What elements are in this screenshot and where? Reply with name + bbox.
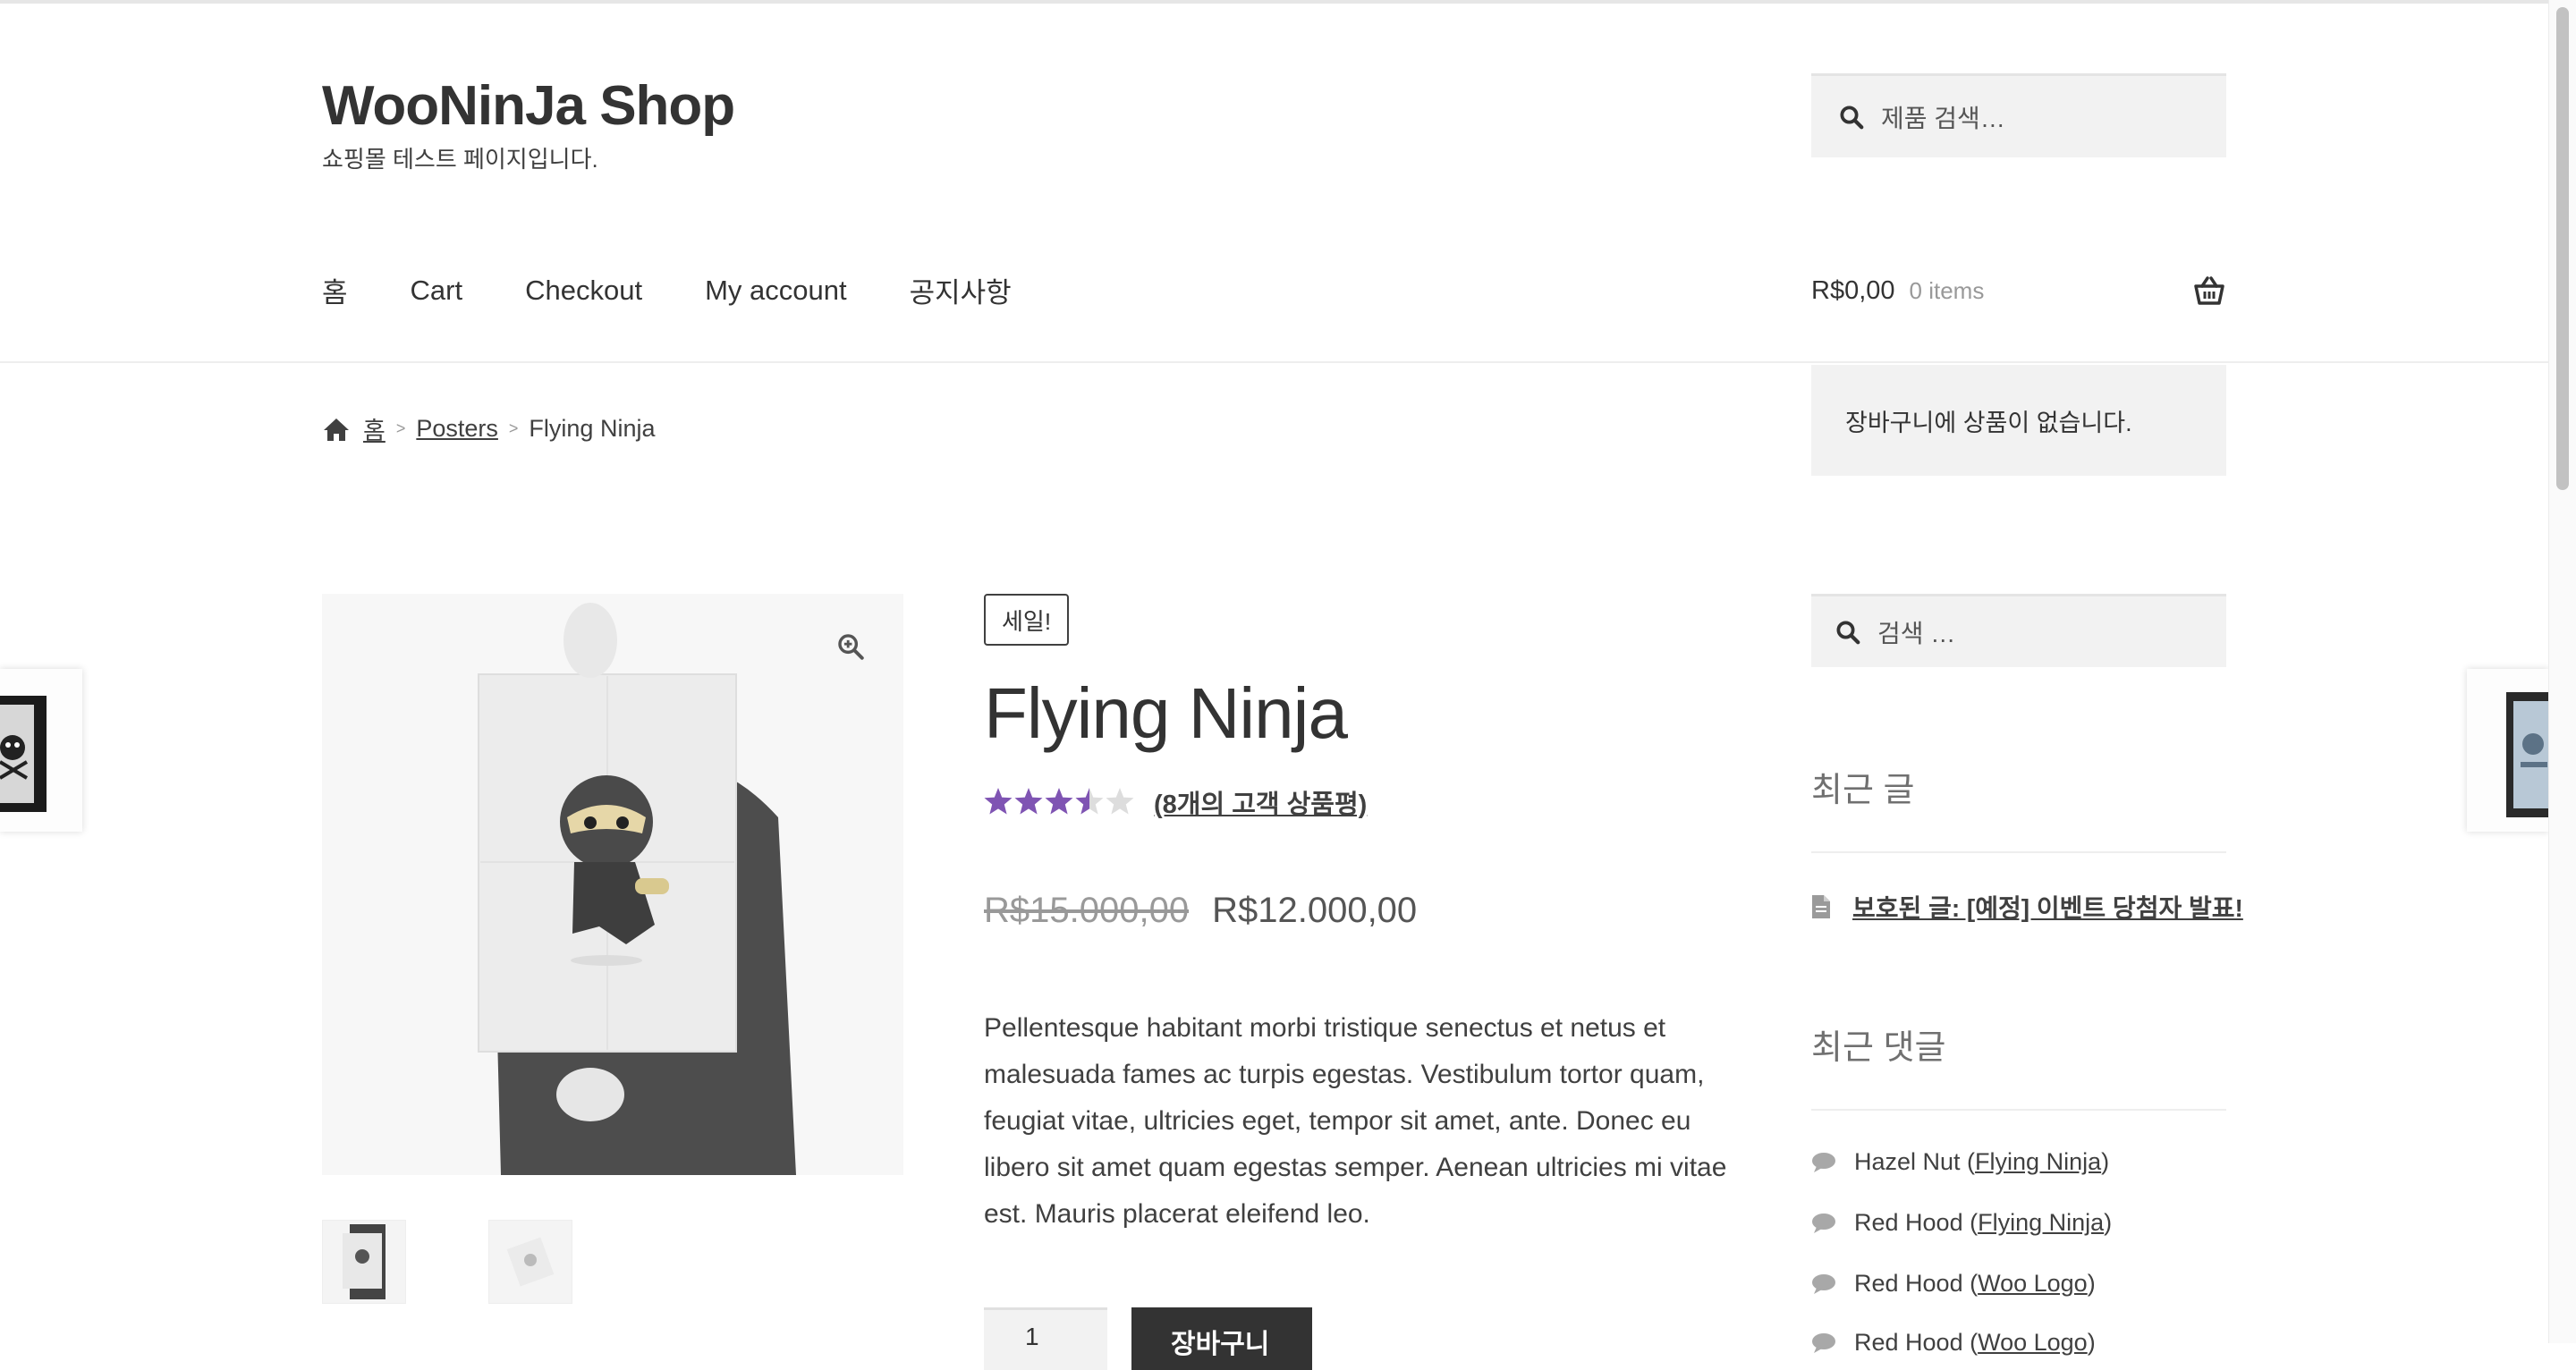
site-branding: WooNinJa Shop 쇼핑몰 테스트 페이지입니다.	[322, 73, 735, 174]
comment-post-link[interactable]: Woo Logo	[1978, 1270, 2088, 1297]
widget-divider	[1811, 1109, 2226, 1111]
top-border	[0, 0, 2576, 4]
product-gallery-main-image[interactable]	[322, 594, 903, 1175]
product-rating: (8개의 고객 상품평)	[984, 783, 1367, 821]
next-product-link[interactable]	[2467, 669, 2549, 832]
comment-author: Red Hood	[1854, 1270, 1963, 1297]
breadcrumb-current: Flying Ninja	[529, 415, 656, 442]
comment-post-link[interactable]: Flying Ninja	[1978, 1209, 2104, 1236]
product-price: R$15.000,00 R$12.000,00	[984, 891, 1417, 931]
gallery-thumbnail-image	[343, 1224, 386, 1299]
product-search-input[interactable]: 제품 검색…	[1811, 73, 2226, 157]
header-divider	[0, 361, 2549, 363]
add-to-cart-button[interactable]: 장바구니	[1131, 1307, 1312, 1370]
nav-cart[interactable]: Cart	[411, 275, 463, 307]
recent-comments-title: 최근 댓글	[1811, 1029, 1946, 1067]
recent-comment-item: Red Hood (Flying Ninja)	[1811, 1209, 2112, 1237]
comment-icon	[1812, 1273, 1835, 1294]
header-cart[interactable]: R$0,00 0 items	[1811, 275, 2226, 306]
product-image	[478, 603, 796, 1175]
sale-price: R$12.000,00	[1212, 891, 1418, 930]
breadcrumb-separator: >	[508, 419, 519, 437]
recent-comment-item: Hazel Nut (Flying Ninja)	[1811, 1148, 2109, 1176]
nav-notice[interactable]: 공지사항	[910, 270, 1012, 310]
comment-author: Red Hood	[1854, 1329, 1963, 1356]
breadcrumb-separator: >	[395, 419, 406, 437]
next-product-thumbnail	[2506, 692, 2549, 817]
recent-post-item: 보호된 글: [예정] 이벤트 당첨자 발표!	[1811, 889, 2243, 925]
sale-badge: 세일!	[984, 594, 1070, 646]
gallery-thumbnail-image	[506, 1237, 555, 1287]
recent-comment-item: Red Hood (Woo Logo)	[1811, 1270, 2096, 1298]
recent-posts-title: 최근 글	[1811, 772, 1915, 809]
previous-product-link[interactable]	[0, 669, 82, 832]
cart-item-count: 0 items	[1909, 276, 1985, 304]
nav-checkout[interactable]: Checkout	[525, 275, 642, 307]
comment-icon	[1812, 1152, 1835, 1172]
primary-navigation: 홈 Cart Checkout My account 공지사항	[322, 270, 1074, 310]
site-title[interactable]: WooNinJa Shop	[322, 73, 735, 140]
search-placeholder: 제품 검색…	[1881, 104, 2005, 132]
cart-dropdown: 장바구니에 상품이 없습니다.	[1811, 365, 2226, 476]
gallery-thumbnail[interactable]	[488, 1220, 572, 1304]
sidebar-search-placeholder: 검색 …	[1877, 619, 1956, 647]
regular-price: R$15.000,00	[984, 891, 1190, 930]
cart-empty-message: 장바구니에 상품이 없습니다.	[1845, 409, 2132, 436]
star-rating-icon	[984, 788, 1134, 815]
comment-icon	[1812, 1213, 1835, 1233]
home-icon	[324, 418, 349, 441]
breadcrumb-home[interactable]: 홈	[363, 411, 386, 446]
search-icon	[1836, 621, 1860, 644]
recent-post-link[interactable]: 보호된 글: [예정] 이벤트 당첨자 발표!	[1852, 889, 2243, 925]
reviews-link[interactable]: (8개의 고객 상품평)	[1154, 783, 1367, 821]
comment-post-link[interactable]: Woo Logo	[1978, 1329, 2088, 1356]
comment-author: Red Hood	[1854, 1209, 1963, 1236]
widget-divider	[1811, 851, 2226, 853]
quantity-input[interactable]: 1	[984, 1307, 1107, 1370]
comment-post-link[interactable]: Flying Ninja	[1975, 1148, 2101, 1175]
basket-icon	[2194, 276, 2224, 305]
product-short-description: Pellentesque habitant morbi tristique se…	[984, 1013, 1727, 1229]
previous-product-thumbnail	[0, 696, 47, 812]
sidebar-search-input[interactable]: 검색 …	[1811, 594, 2226, 667]
comment-author: Hazel Nut	[1854, 1148, 1961, 1175]
site-tagline: 쇼핑몰 테스트 페이지입니다.	[322, 146, 598, 173]
breadcrumb: 홈 > Posters > Flying Ninja	[322, 411, 655, 446]
gallery-thumbnail[interactable]	[322, 1220, 406, 1304]
search-icon	[1840, 106, 1864, 129]
page-scrollbar[interactable]	[2548, 0, 2576, 1343]
scrollbar-thumb[interactable]	[2556, 7, 2569, 490]
document-icon	[1812, 895, 1830, 918]
nav-my-account[interactable]: My account	[705, 275, 847, 307]
product-title: Flying Ninja	[984, 673, 1348, 753]
breadcrumb-category[interactable]: Posters	[416, 415, 498, 443]
zoom-icon[interactable]	[835, 631, 866, 662]
nav-home[interactable]: 홈	[322, 270, 348, 310]
cart-amount: R$0,00	[1811, 275, 1895, 305]
